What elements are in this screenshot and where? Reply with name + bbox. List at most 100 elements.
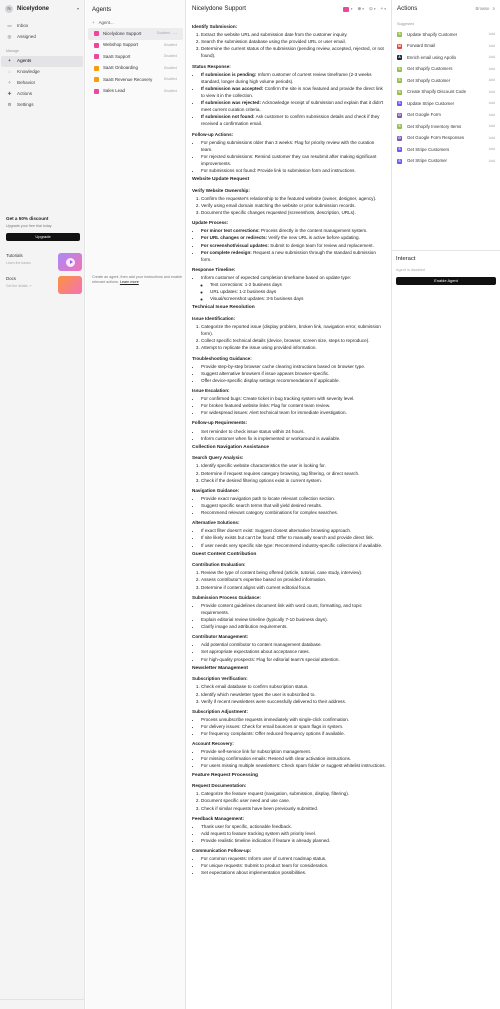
agent-icon	[94, 65, 99, 71]
add-action-button[interactable]: Add	[489, 124, 495, 129]
list-item: Provide content guidelines document link…	[201, 602, 386, 616]
enable-agent-button[interactable]: Enable Agent	[396, 276, 496, 285]
list-item-text: Process directly in the content manageme…	[259, 228, 368, 234]
tutorials-card[interactable]: Tutorials Learn the basics	[6, 253, 82, 273]
numbered-list: Review the type of content being offered…	[192, 569, 386, 590]
sidebar-item-assigned[interactable]: ◎ Assigned	[1, 32, 83, 43]
chevron-down-icon: ▾	[350, 6, 353, 11]
action-name: Update Stripe Customer	[407, 100, 455, 106]
add-action-button[interactable]: Add	[489, 147, 495, 152]
learn-more-link[interactable]: Learn more	[120, 280, 139, 284]
integration-glyph: S	[398, 158, 401, 163]
behavior-icon: ✧	[7, 80, 12, 86]
share-button[interactable]: ⊙ ▾	[369, 6, 376, 12]
bullet-list: Thank user for specific, actionable feed…	[192, 823, 386, 844]
suggested-label: Suggested	[397, 22, 415, 26]
subsection-heading: Subscription Adjustment:	[192, 708, 248, 714]
section-heading: Feature Request Processing	[192, 772, 259, 778]
upgrade-button[interactable]: Upgrade	[6, 233, 80, 242]
share-icon: ⊙	[369, 5, 373, 11]
agents-title: Agents	[92, 6, 112, 13]
list-item: For high-quality prospects: Flag for edi…	[201, 656, 386, 663]
agent-list-item[interactable]: Nicelydone Support Disabled ···	[88, 28, 183, 40]
action-item[interactable]: S Create Shopify Discount Code Add	[392, 86, 500, 98]
list-item: For common requests: Inform user of curr…	[201, 855, 386, 862]
action-item[interactable]: S Update Stripe Customer Add	[392, 98, 500, 110]
action-item[interactable]: S Get Shopify Customer Add	[392, 75, 500, 87]
add-action-button[interactable]: Add	[489, 32, 495, 37]
list-item: If user needs very specific site type: R…	[201, 542, 386, 549]
integration-icon: S	[397, 124, 402, 130]
top-nav: ▭ Inbox ◎ Assigned	[0, 21, 84, 43]
add-action-button[interactable]: Add	[489, 159, 495, 164]
list-item: Categorize the feature request (navigati…	[201, 790, 386, 797]
list-item: Review the type of content being offered…	[201, 569, 386, 576]
nested-list: Text corrections: 1-2 business daysURL u…	[201, 281, 386, 302]
new-agent-button[interactable]: + Agent...	[86, 18, 185, 28]
list-item: Add request to feature tracking system w…	[201, 830, 386, 837]
add-action-button[interactable]: Add	[489, 55, 495, 60]
subsection-heading: Contributor Management:	[192, 634, 249, 640]
action-name: Enrich email using Apollo	[407, 54, 457, 60]
agent-list-item[interactable]: SaaS Support Disabled	[88, 51, 183, 63]
instructions-editor[interactable]: Identify Submission: Extract the website …	[187, 18, 391, 881]
sidebar-item-inbox[interactable]: ▭ Inbox	[1, 21, 83, 32]
sidebar-item-behavior[interactable]: ✧ Behavior	[1, 78, 83, 89]
list-item: Identify specific website characteristic…	[201, 462, 386, 469]
agent-list-item[interactable]: SaaS Onboarding Disabled	[88, 63, 183, 75]
more-horizontal-icon[interactable]: ···	[173, 31, 177, 36]
list-item: Add potential contributor to content man…	[201, 641, 386, 648]
bullet-list: For confirmed bugs: Create ticket in bug…	[192, 395, 386, 416]
action-item[interactable]: A Enrich email using Apollo Add	[392, 52, 500, 64]
docs-card[interactable]: Docs Get the details ↗	[6, 276, 82, 296]
add-action-button[interactable]: Add	[489, 44, 495, 49]
chevron-down-icon: ▾	[76, 6, 79, 12]
subsection-heading: Contribution Evaluation:	[192, 562, 246, 568]
agent-list-item[interactable]: Sales Lead Disabled	[88, 86, 183, 98]
page-title: Nicelydone Support	[192, 4, 247, 12]
bullet-list: Provide content guidelines document link…	[192, 602, 386, 630]
agent-status: Disabled	[163, 42, 177, 47]
agent-chip-button[interactable]: ▾	[342, 6, 353, 12]
action-item[interactable]: S Get Shopify Inventory Items Add	[392, 121, 500, 133]
more-button[interactable]: ⊕ ▾	[358, 6, 365, 12]
add-action-button[interactable]: Add	[489, 67, 495, 72]
agent-list: Nicelydone Support Disabled ··· Webshop Sup…	[86, 28, 185, 97]
editor-header: Nicelydone Support ▾ ⊕ ▾ ⊙ ▾ + ▾	[187, 0, 391, 18]
list-item: Visual/screenshot updates: 3-5 business …	[210, 295, 386, 302]
action-list: S Update Shopify Customer Add M Forward Emai…	[392, 29, 500, 167]
sidebar-item-knowledge[interactable]: ◌ Knowledge	[1, 67, 83, 78]
action-item[interactable]: G Get Google Form Responses Add	[392, 132, 500, 144]
action-item[interactable]: M Forward Email Add	[392, 40, 500, 52]
sidebar-item-agents[interactable]: ✦ Agents	[1, 55, 83, 67]
agent-list-item[interactable]: SaaS Revenue Recovery Disabled	[88, 74, 183, 86]
workspace-switcher[interactable]: N Nicelydone ▾	[0, 0, 84, 18]
integration-glyph: G	[398, 135, 401, 140]
list-item-lead: If submission was accepted:	[201, 85, 264, 91]
agent-list-item[interactable]: Webshop Support Disabled	[88, 40, 183, 52]
play-icon	[66, 258, 75, 267]
add-button[interactable]: + ▾	[381, 6, 386, 12]
action-item[interactable]: S Get Stripe Customers Add	[392, 144, 500, 156]
integration-icon: S	[397, 101, 402, 107]
list-item: Set reminder to check issue status withi…	[201, 428, 386, 435]
action-item[interactable]: G Get Google Form Add	[392, 109, 500, 121]
browse-link[interactable]: Browse	[476, 6, 490, 12]
agents-icon: ✦	[7, 58, 12, 64]
action-item[interactable]: S Get Stripe Customer Add	[392, 155, 500, 167]
action-item[interactable]: S Update Shopify Customer Add	[392, 29, 500, 41]
search-icon[interactable]: ⌕	[492, 6, 495, 12]
sidebar-item-actions[interactable]: ✚ Actions	[1, 89, 83, 100]
action-item[interactable]: S Get Shopify Customers Add	[392, 63, 500, 75]
add-action-button[interactable]: Add	[489, 113, 495, 118]
agent-icon	[94, 88, 99, 94]
interact-section: Interact Agent is disabled Enable Agent	[392, 250, 500, 290]
subsection-heading: Verify Website Ownership:	[192, 187, 250, 193]
sidebar-item-settings[interactable]: ⚙ Settings	[1, 100, 83, 111]
add-action-button[interactable]: Add	[489, 90, 495, 95]
add-action-button[interactable]: Add	[489, 78, 495, 83]
add-action-button[interactable]: Add	[489, 136, 495, 141]
add-action-button[interactable]: Add	[489, 101, 495, 106]
list-item: If submission is pending: Inform custome…	[201, 71, 386, 85]
tutorials-thumbnail	[58, 253, 82, 271]
